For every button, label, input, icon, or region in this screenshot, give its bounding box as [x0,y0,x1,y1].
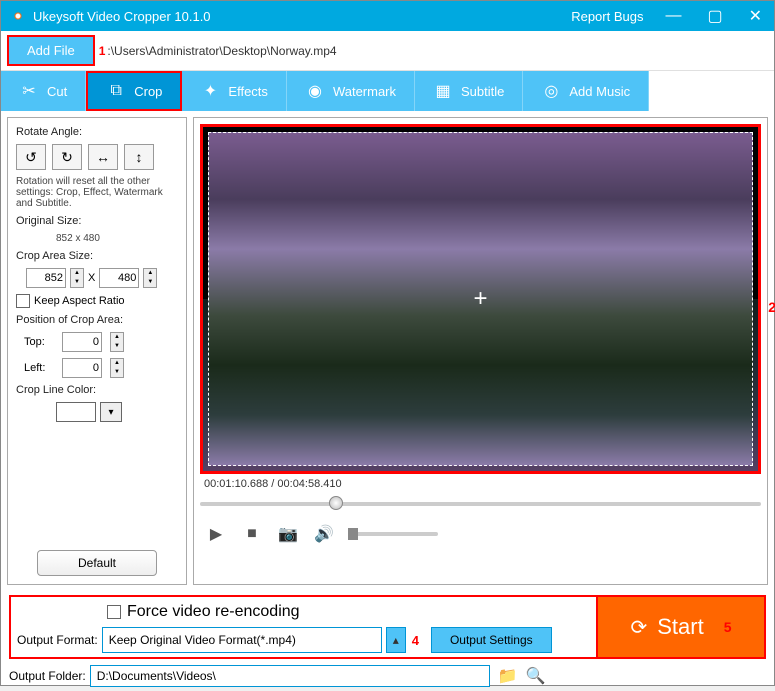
scissors-icon: ✂ [19,81,39,101]
flip-horizontal-button[interactable]: ↔ [88,144,118,170]
tab-cut[interactable]: ✂ Cut [1,71,86,111]
close-button[interactable]: ✕ [745,6,766,26]
crop-width-input[interactable] [26,268,66,288]
crop-left-input[interactable] [62,358,102,378]
crop-icon: ⧉ [106,81,126,101]
crop-sidebar: Rotate Angle: ↺ ↻ ↔ ↕ Rotation will rese… [7,117,187,585]
annotation-5: 5 [724,619,732,635]
effects-icon: ✦ [200,81,220,101]
original-size-label: Original Size: [16,215,178,227]
crop-color-label: Crop Line Color: [16,384,178,396]
tab-bar: ✂ Cut ⧉ Crop ✦ Effects ◉ Watermark ▦ Sub… [1,71,774,111]
filepath-label: 1 :\Users\Administrator\Desktop\Norway.m… [99,44,337,58]
crop-top-spinner[interactable]: ▲▼ [110,332,124,352]
play-button[interactable]: ▶ [204,522,228,546]
report-bugs-link[interactable]: Report Bugs [571,9,643,24]
original-size-value: 852 x 480 [56,233,178,244]
crop-rectangle[interactable]: + [208,132,753,466]
keep-aspect-checkbox[interactable] [16,294,30,308]
force-reencode-checkbox[interactable] [107,605,121,619]
force-reencode-label: Force video re-encoding [127,603,300,621]
add-file-button[interactable]: Add File [7,35,95,66]
titlebar: Ukeysoft Video Cropper 10.1.0 Report Bug… [1,1,774,31]
video-preview[interactable]: + 2 [200,124,761,474]
crop-color-swatch[interactable] [56,402,96,422]
format-dropdown-arrow[interactable]: ▴ [386,627,406,653]
refresh-icon: ⟳ [630,615,647,640]
crop-area-label: Crop Area Size: [16,250,178,262]
crop-color-dropdown[interactable]: ▾ [100,402,122,422]
seek-bar[interactable] [200,494,761,514]
crop-height-input[interactable] [99,268,139,288]
file-toolbar: Add File 1 :\Users\Administrator\Desktop… [1,31,774,71]
output-folder-label: Output Folder: [9,669,86,683]
crop-top-input[interactable] [62,332,102,352]
app-logo-icon [9,7,27,25]
output-folder-input[interactable]: D:\Documents\Videos\ [90,665,490,687]
rotate-label: Rotate Angle: [16,126,178,138]
annotation-2: 2 [768,299,775,315]
volume-icon[interactable]: 🔊 [312,522,336,546]
tab-add-music[interactable]: ◎ Add Music [523,71,649,111]
output-format-select[interactable]: Keep Original Video Format(*.mp4) [102,627,382,653]
maximize-button[interactable]: ▢ [703,6,726,26]
snapshot-button[interactable]: 📷 [276,522,300,546]
position-label: Position of Crop Area: [16,314,178,326]
open-folder-icon[interactable]: 🔍 [526,666,546,686]
subtitle-icon: ▦ [433,81,453,101]
tab-watermark[interactable]: ◉ Watermark [287,71,415,111]
volume-slider[interactable] [348,532,438,536]
seek-thumb[interactable] [329,496,343,510]
crop-left-spinner[interactable]: ▲▼ [110,358,124,378]
music-icon: ◎ [541,81,561,101]
annotation-1: 1 [99,44,106,58]
minimize-button[interactable]: — [661,7,685,25]
output-format-label: Output Format: [17,633,98,647]
start-button[interactable]: ⟳ Start 5 [596,595,766,659]
app-title: Ukeysoft Video Cropper 10.1.0 [33,9,211,24]
crop-height-spinner[interactable]: ▲▼ [143,268,157,288]
tab-effects[interactable]: ✦ Effects [182,71,287,111]
rotate-left-button[interactable]: ↺ [16,144,46,170]
rotate-note: Rotation will reset all the other settin… [16,176,178,209]
keep-aspect-label: Keep Aspect Ratio [34,295,125,307]
preview-panel: + 2 00:01:10.688 / 00:04:58.410 ▶ ■ 📷 🔊 [193,117,768,585]
output-settings-button[interactable]: Output Settings [431,627,552,653]
crop-width-spinner[interactable]: ▲▼ [70,268,84,288]
rotate-right-button[interactable]: ↻ [52,144,82,170]
time-label: 00:01:10.688 / 00:04:58.410 [204,478,761,490]
browse-folder-icon[interactable]: 📁 [498,666,518,686]
flip-vertical-button[interactable]: ↕ [124,144,154,170]
annotation-4: 4 [412,633,419,648]
default-button[interactable]: Default [37,550,157,576]
stop-button[interactable]: ■ [240,522,264,546]
app-window: Ukeysoft Video Cropper 10.1.0 Report Bug… [0,0,775,686]
center-cross-icon: + [473,285,487,313]
tab-subtitle[interactable]: ▦ Subtitle [415,71,523,111]
tab-crop[interactable]: ⧉ Crop [86,71,182,111]
watermark-icon: ◉ [305,81,325,101]
